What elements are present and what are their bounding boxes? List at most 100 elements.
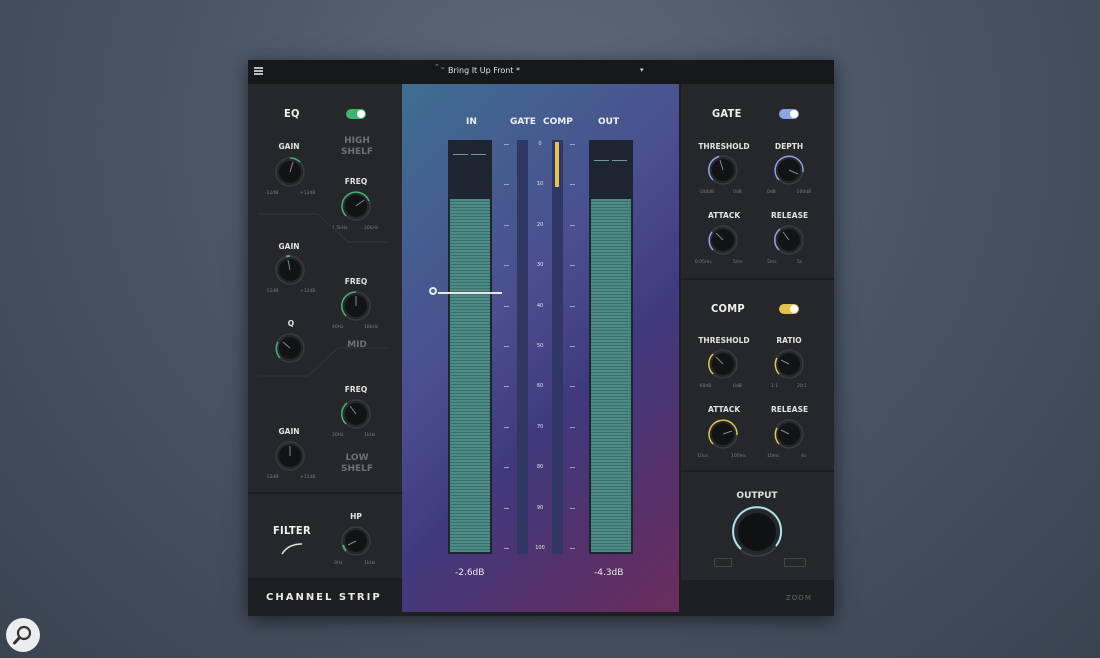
input-meter-level	[450, 199, 490, 552]
comp-meter-label: COMP	[543, 117, 573, 127]
comp-release-max: 4s	[801, 454, 807, 459]
meter-scale-dash	[570, 346, 575, 347]
output-meter	[589, 140, 633, 554]
gate-threshold-max: 0dB	[733, 190, 742, 195]
meter-scale-dash	[570, 265, 575, 267]
comp-threshold-max: 0dB	[733, 384, 742, 389]
mid-freq-knob[interactable]	[338, 288, 374, 324]
meter-scale-tick: 60	[536, 383, 544, 390]
output-knob[interactable]	[729, 504, 785, 560]
meter-scale-tick: 90	[536, 504, 544, 511]
input-readout: -2.6dB	[455, 568, 485, 578]
gate-threshold-knob[interactable]	[705, 152, 741, 188]
meter-scale-dash	[504, 346, 509, 347]
eq-title: EQ	[284, 107, 300, 120]
meter-scale-dash	[570, 467, 575, 469]
in-meter-label: IN	[466, 117, 477, 127]
meter-scale-dash	[570, 507, 575, 509]
zoom-button[interactable]	[6, 618, 40, 652]
meter-scale-dash	[504, 224, 509, 226]
comp-title: COMP	[711, 302, 745, 315]
meter-scale-dash	[570, 386, 575, 388]
input-peak-hold	[453, 154, 468, 155]
meter-scale-dash	[570, 426, 575, 428]
meter-scale-dash	[504, 144, 509, 145]
hp-min: 0Hz	[334, 561, 343, 566]
meter-scale-dash	[504, 426, 509, 428]
low-shelf-freq-min: 20Hz	[332, 433, 344, 438]
gate-release-min: 5ms	[767, 260, 777, 265]
gate-attack-max: 5ms	[733, 260, 743, 265]
low-shelf-freq-max: 1kHz	[364, 433, 376, 438]
highpass-curve-icon	[281, 543, 303, 555]
gate-attack-knob[interactable]	[705, 222, 741, 258]
meter-scale-tick: 100	[535, 545, 545, 551]
high-shelf-gain-min: -12dB	[265, 191, 279, 196]
preset-dropdown-icon[interactable]: ▾	[640, 66, 644, 74]
meter-scale-dash	[570, 305, 575, 307]
comp-threshold-knob[interactable]	[705, 346, 741, 382]
high-shelf-gain-max: +12dB	[300, 191, 316, 196]
input-gain-fader-line	[438, 292, 502, 294]
preset-name[interactable]: Bring It Up Front *	[448, 66, 520, 75]
meter-scale-tick: 70	[536, 423, 544, 430]
gate-panel: GATE THRESHOLD -100dB 0dB DEPTH 0dB -100…	[681, 84, 834, 278]
gate-release-label: RELEASE	[771, 211, 809, 220]
meter-scale-dash	[504, 548, 509, 549]
low-shelf-gain-label: GAIN	[278, 427, 300, 436]
magnifier-icon	[13, 625, 32, 645]
comp-ratio-label: RATIO	[776, 336, 802, 345]
mid-freq-min: 40Hz	[332, 325, 344, 330]
meter-scale-dash	[504, 265, 509, 267]
comp-release-knob[interactable]	[771, 416, 807, 452]
gate-meter-label: GATE	[510, 117, 536, 127]
output-panel: OUTPUT	[681, 472, 834, 580]
low-shelf-freq-knob[interactable]	[338, 396, 374, 432]
low-shelf-freq-label: FREQ	[344, 385, 368, 394]
mid-gain-max: +12dB	[300, 289, 316, 294]
gate-release-knob[interactable]	[771, 222, 807, 258]
brand-logo: ZOOM	[786, 594, 812, 602]
comp-threshold-label: THRESHOLD	[698, 336, 750, 345]
meter-scale-tick: 10	[536, 181, 544, 188]
gate-threshold-min: -100dB	[698, 190, 715, 195]
mid-gain-label: GAIN	[278, 242, 300, 251]
meter-scale-dash	[570, 144, 575, 145]
mid-gain-knob[interactable]	[272, 252, 308, 288]
meter-scale-dash	[504, 386, 509, 388]
mid-gain-min: -12dB	[265, 289, 279, 294]
comp-ratio-max: 20:1	[797, 384, 808, 389]
comp-attack-min: 10us	[697, 454, 708, 459]
comp-attack-knob[interactable]	[705, 416, 741, 452]
input-peak-hold	[471, 154, 486, 155]
comp-ratio-knob[interactable]	[771, 346, 807, 382]
comp-attack-max: 100ms	[731, 454, 747, 459]
meter-scale-dash	[504, 467, 509, 469]
section-divider-line	[258, 213, 388, 243]
comp-reduction-level	[555, 142, 559, 188]
menu-icon[interactable]	[254, 67, 263, 75]
comp-toggle[interactable]	[779, 304, 799, 314]
high-shelf-title: HIGH SHELF	[340, 136, 374, 157]
low-shelf-gain-knob[interactable]	[272, 438, 308, 474]
mid-freq-label: FREQ	[344, 277, 368, 286]
comp-ratio-min: 1:1	[771, 384, 779, 389]
low-shelf-gain-max: +12dB	[300, 475, 316, 480]
input-gain-fader-handle[interactable]	[429, 287, 437, 295]
hp-knob[interactable]	[338, 523, 374, 559]
comp-meter	[552, 140, 563, 554]
gate-depth-knob[interactable]	[771, 152, 807, 188]
preset-step-arrows[interactable]: ⌃⌄	[434, 64, 446, 71]
high-shelf-freq-label: FREQ	[344, 177, 368, 186]
meter-scale-dash	[504, 184, 509, 186]
high-shelf-gain-label: GAIN	[278, 142, 300, 151]
gate-toggle[interactable]	[779, 109, 799, 119]
meter-scale-dash	[570, 224, 575, 226]
eq-toggle[interactable]	[346, 109, 366, 119]
meter-scale-tick: 80	[536, 464, 544, 471]
gate-depth-max: -100dB	[795, 190, 812, 195]
meter-scale-tick: 50	[536, 343, 544, 349]
output-readout: -4.3dB	[594, 568, 624, 578]
out-meter-label: OUT	[598, 117, 620, 127]
high-shelf-gain-knob[interactable]	[272, 154, 308, 190]
